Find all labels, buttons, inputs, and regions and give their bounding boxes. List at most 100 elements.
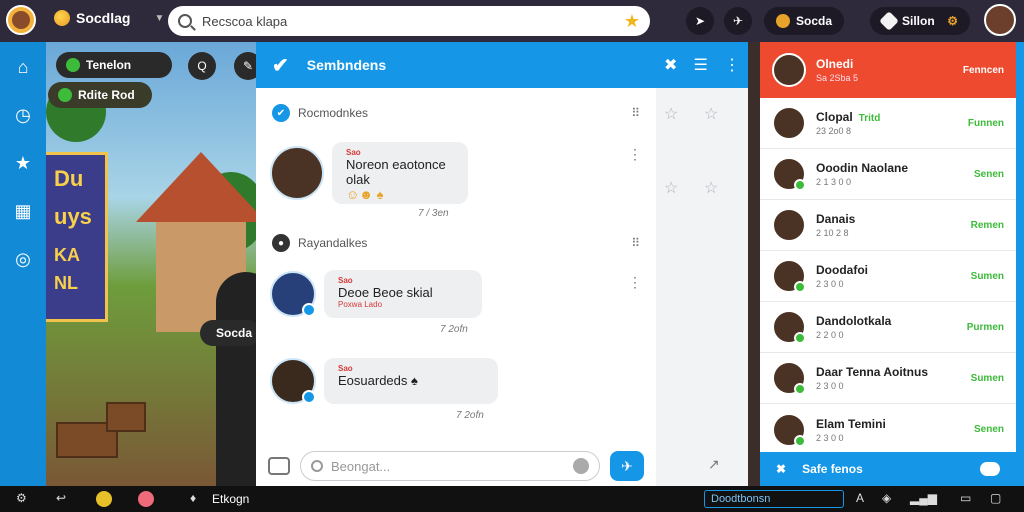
sign-line-3: KA NL (54, 245, 80, 293)
settings-gear-icon[interactable]: ⚙ (947, 14, 958, 28)
friend-row[interactable]: Elam Temini 2 3 0 0 Senen (760, 404, 1016, 455)
edit-icon[interactable]: ✎ (234, 52, 256, 80)
search-bar[interactable]: Recscoa klapa ★ (168, 6, 650, 36)
font-icon[interactable]: A (856, 491, 864, 505)
friend-avatar[interactable] (772, 208, 806, 242)
friend-avatar[interactable] (772, 106, 806, 140)
pin-icon[interactable]: ✖ (664, 55, 677, 75)
friend-info: Dandolotkala 2 2 0 0 (816, 314, 967, 340)
friend-row[interactable]: Clopal Tritd 23 2o0 8 Funnen (760, 98, 1016, 149)
send-button[interactable]: ✈ (610, 451, 644, 481)
more-icon[interactable]: ⋮ (724, 55, 740, 75)
coins-pill[interactable]: Socda (764, 7, 845, 35)
favorite-star-icon[interactable]: ★ (624, 11, 640, 32)
search-input[interactable]: Recscoa klapa (202, 14, 624, 29)
friend-avatar[interactable] (772, 53, 806, 87)
list-icon[interactable]: ☰ (694, 55, 708, 75)
friend-info: Daar Tenna Aoitnus 2 3 0 0 (816, 365, 971, 391)
quest-button[interactable]: Q (188, 52, 216, 80)
message-time: 7 2ofn (440, 324, 468, 335)
user-avatar[interactable] (984, 4, 1016, 36)
message-input[interactable]: Beongat... (300, 451, 600, 481)
friends-header[interactable]: Olnedi Sa 2Sba 5 Fenncen (760, 42, 1016, 98)
taskbar-search[interactable]: Doodtbonsn (704, 490, 844, 508)
friend-row[interactable]: Doodafoi 2 3 0 0 Sumen (760, 251, 1016, 302)
friend-row[interactable]: Daar Tenna Aoitnus 2 3 0 0 Sumen (760, 353, 1016, 404)
message-text: Eosuardeds ♠ (338, 373, 418, 388)
friends-footer[interactable]: ✖ Safe fenos (760, 452, 1016, 486)
npc-tag[interactable]: Socda (200, 320, 256, 346)
message-sender: Sao (338, 364, 353, 373)
chat-message[interactable]: Sao Noreon eaotonce olak ☺☻ ♠ (270, 142, 468, 204)
star-icon[interactable]: ☆ (704, 104, 718, 124)
message-bubble: Sao Eosuardeds ♠ (324, 358, 498, 404)
app-icon[interactable]: ♦ (190, 491, 196, 505)
sender-avatar[interactable] (270, 146, 324, 200)
friend-status: Sumen (970, 270, 1004, 282)
coin-app-icon[interactable] (96, 491, 112, 507)
online-dot-icon (794, 434, 806, 447)
profile-avatar[interactable] (6, 5, 36, 35)
collapse-arrow-icon[interactable]: ↗ (708, 456, 720, 473)
chat-icon[interactable]: ▢ (990, 491, 1001, 505)
brand[interactable]: Socdlag ▼ (54, 10, 164, 26)
game-app-icon[interactable] (138, 491, 154, 507)
back-icon[interactable]: ↩ (56, 491, 66, 505)
friend-name: Daar Tenna Aoitnus (816, 365, 929, 379)
back-check-icon[interactable]: ✔ (272, 53, 289, 78)
sender-avatar[interactable] (270, 271, 316, 317)
location-pill[interactable]: Rdite Rod (48, 82, 152, 108)
friend-status: Sumen (970, 372, 1004, 384)
home-icon[interactable]: ⌂ (12, 56, 34, 78)
signal-icon[interactable]: ▂▄▆ (910, 491, 937, 505)
message-more-icon[interactable]: ⋮ (628, 146, 642, 163)
friend-row[interactable]: Ooodin Naolane 2 1 3 0 0 Senen (760, 149, 1016, 200)
friend-avatar[interactable] (772, 259, 806, 293)
section-person-icon: ● (272, 234, 290, 252)
online-dot-icon (794, 281, 806, 293)
message-text: Noreon eaotonce olak (346, 157, 446, 187)
section-more-icon[interactable]: ⠿ (631, 236, 640, 250)
game-scene[interactable]: Du uys KA NL Tenelon Q ✎ Rdite Rod Socda (46, 42, 256, 486)
star-icon[interactable]: ☆ (704, 178, 718, 198)
online-dot-icon (794, 332, 806, 344)
status-pill[interactable]: Tenelon (56, 52, 172, 78)
message-more-icon[interactable]: ⋮ (628, 274, 642, 291)
messages-icon[interactable]: ✈ (724, 7, 752, 35)
brand-logo-icon (54, 10, 70, 26)
friend-row[interactable]: Danais 2 10 2 8 Remen (760, 200, 1016, 251)
compass-icon[interactable]: ◎ (12, 248, 34, 270)
settings-icon[interactable]: ⚙ (16, 491, 27, 505)
camera-icon[interactable] (268, 457, 290, 475)
building-icon[interactable]: ▦ (12, 200, 34, 222)
gems-pill[interactable]: Sillon ⚙ (870, 7, 970, 35)
friend-row[interactable]: Dandolotkala 2 2 0 0 Purmen (760, 302, 1016, 353)
friend-avatar[interactable] (772, 361, 806, 395)
notification-icon[interactable]: ➤ (686, 7, 714, 35)
friend-status: Senen (973, 168, 1004, 180)
section-more-icon[interactable]: ⠿ (631, 106, 640, 120)
sender-avatar[interactable] (270, 358, 316, 404)
friend-name: Olnedi (816, 57, 854, 71)
message-emoji: ☺☻ ♠ (346, 187, 384, 202)
friend-avatar[interactable] (772, 310, 806, 344)
friend-name: Ooodin Naolane (816, 161, 909, 175)
chat-message[interactable]: Sao Deoe Beoe skial Poxwa Lado (270, 270, 482, 318)
star-icon[interactable]: ★ (12, 152, 34, 174)
toggle-switch[interactable] (980, 462, 1000, 476)
star-icon[interactable]: ☆ (664, 178, 678, 198)
emoji-icon[interactable] (573, 458, 589, 474)
friend-avatar[interactable] (772, 412, 806, 447)
chat-message[interactable]: Sao Eosuardeds ♠ (270, 358, 498, 404)
chevron-down-icon[interactable]: ▼ (154, 13, 164, 24)
friend-name: Doodafoi (816, 263, 868, 277)
battery-icon[interactable]: ▭ (960, 491, 971, 505)
taskbar-app-label[interactable]: Etkogn (212, 492, 249, 506)
friend-tag: Tritd (858, 113, 881, 124)
character (216, 272, 256, 486)
star-icon[interactable]: ☆ (664, 104, 678, 124)
clock-icon[interactable]: ◷ (12, 104, 34, 126)
network-icon[interactable]: ◈ (882, 491, 891, 505)
friend-avatar[interactable] (772, 157, 806, 191)
chat-section-header: ● Rayandalkes (256, 234, 383, 252)
